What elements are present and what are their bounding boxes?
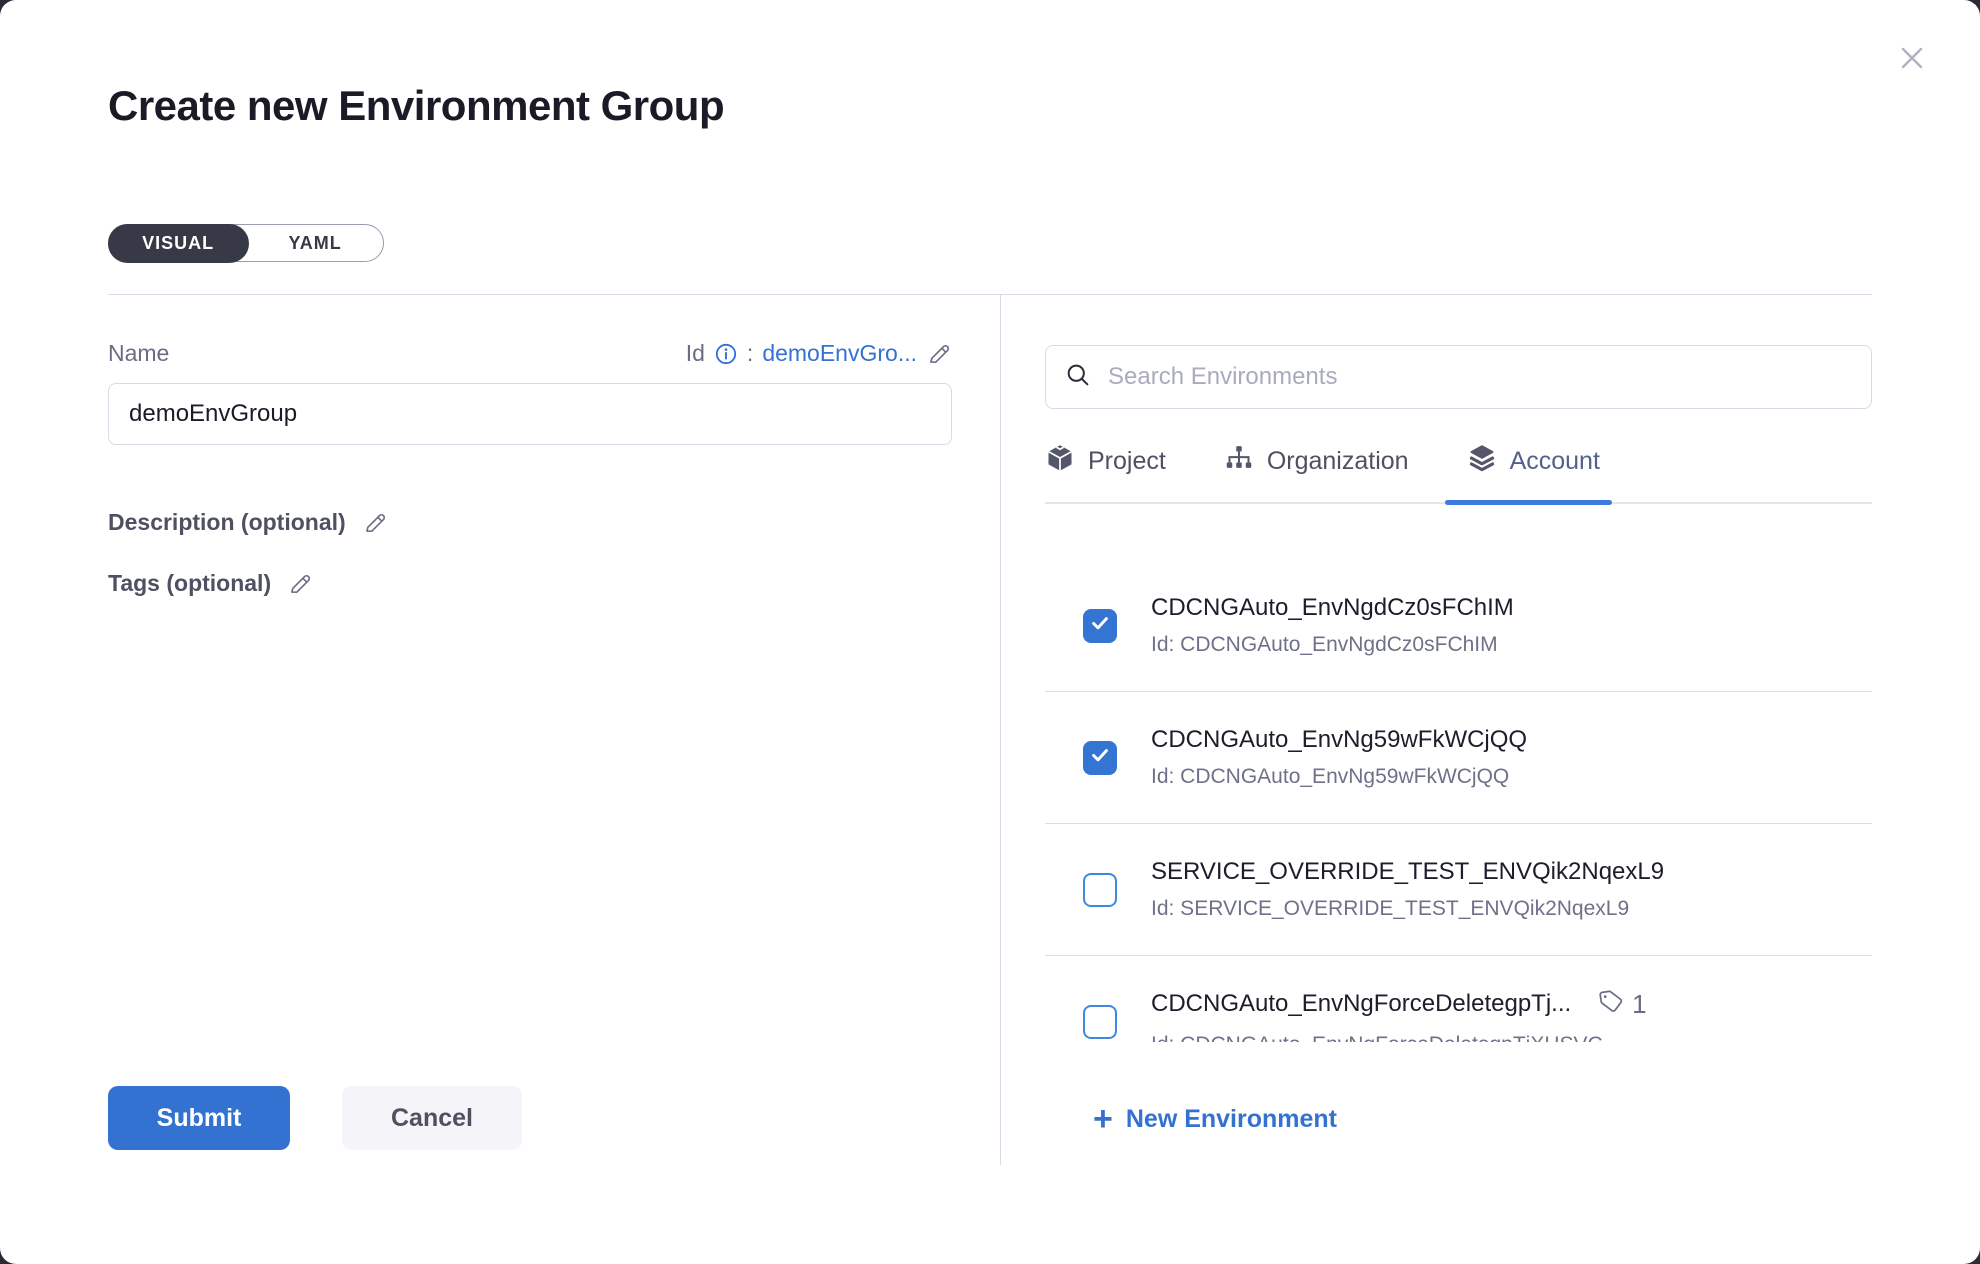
- tags-label: Tags (optional): [108, 570, 271, 597]
- env-id: Id: CDCNGAuto_EnvNgForceDeletegpTjXHSVC: [1151, 1033, 1647, 1043]
- create-environment-group-modal: Create new Environment Group VISUAL YAML…: [0, 0, 1980, 1264]
- tab-account-label: Account: [1510, 447, 1600, 476]
- check-icon: [1089, 744, 1111, 771]
- id-label: Id: [686, 340, 705, 367]
- environment-row[interactable]: SERVICE_OVERRIDE_TEST_ENVQik2NqexL9 Id: …: [1045, 824, 1872, 956]
- cube-icon: [1045, 443, 1075, 480]
- tab-organization[interactable]: Organization: [1224, 443, 1409, 502]
- id-group: Id : demoEnvGro...: [686, 340, 952, 367]
- env-texts: CDCNGAuto_EnvNg59wFkWCjQQ Id: CDCNGAuto_…: [1151, 726, 1527, 789]
- name-label: Name: [108, 340, 169, 367]
- footer-actions: Submit Cancel: [108, 1086, 522, 1150]
- tab-account[interactable]: Account: [1467, 443, 1600, 502]
- new-environment-label: New Environment: [1126, 1105, 1337, 1134]
- env-texts: CDCNGAuto_EnvNgForceDeletegpTj... 1 Id: …: [1151, 987, 1647, 1043]
- layers-icon: [1467, 443, 1497, 480]
- submit-button[interactable]: Submit: [108, 1086, 290, 1150]
- env-id: Id: SERVICE_OVERRIDE_TEST_ENVQik2NqexL9: [1151, 897, 1664, 921]
- description-row: Description (optional): [108, 509, 952, 536]
- env-checkbox-checked[interactable]: [1083, 741, 1117, 775]
- environment-row[interactable]: CDCNGAuto_EnvNg59wFkWCjQQ Id: CDCNGAuto_…: [1045, 692, 1872, 824]
- tags-row: Tags (optional): [108, 570, 952, 597]
- tag-icon: [1597, 987, 1625, 1022]
- columns-divider: [1000, 295, 1001, 1165]
- edit-tags-pencil-icon[interactable]: [287, 571, 313, 597]
- environments-panel: Project Organization Account: [1045, 345, 1872, 1136]
- name-id-row: Name Id : demoEnvGro...: [108, 340, 952, 367]
- env-checkbox-unchecked[interactable]: [1083, 873, 1117, 907]
- env-id: Id: CDCNGAuto_EnvNg59wFkWCjQQ: [1151, 765, 1527, 789]
- close-icon: [1895, 41, 1929, 80]
- tab-organization-label: Organization: [1267, 447, 1409, 476]
- env-name: SERVICE_OVERRIDE_TEST_ENVQik2NqexL9: [1151, 858, 1664, 886]
- visual-yaml-toggle: VISUAL YAML: [108, 224, 384, 262]
- header-divider: [108, 294, 1872, 295]
- plus-icon: +: [1093, 1102, 1113, 1136]
- page-title: Create new Environment Group: [108, 82, 724, 130]
- env-name: CDCNGAuto_EnvNgForceDeletegpTj...: [1151, 990, 1571, 1018]
- form-column: Name Id : demoEnvGro... Description (opt…: [108, 340, 952, 597]
- cancel-button[interactable]: Cancel: [342, 1086, 522, 1150]
- id-colon: :: [747, 340, 753, 367]
- name-input[interactable]: [108, 383, 952, 445]
- environment-row[interactable]: CDCNGAuto_EnvNgdCz0sFChIM Id: CDCNGAuto_…: [1045, 560, 1872, 692]
- check-icon: [1089, 612, 1111, 639]
- env-name: CDCNGAuto_EnvNgdCz0sFChIM: [1151, 594, 1514, 622]
- tab-project[interactable]: Project: [1045, 443, 1166, 502]
- description-label: Description (optional): [108, 509, 346, 536]
- active-tab-underline: [1445, 500, 1612, 505]
- org-chart-icon: [1224, 443, 1254, 480]
- scope-tabs: Project Organization Account: [1045, 443, 1872, 504]
- toggle-yaml[interactable]: YAML: [247, 225, 383, 261]
- edit-description-pencil-icon[interactable]: [362, 510, 388, 536]
- environment-list: CDCNGAuto_EnvNgdCz0sFChIM Id: CDCNGAuto_…: [1045, 504, 1872, 1042]
- tag-count: 1: [1632, 989, 1646, 1020]
- search-icon: [1064, 361, 1092, 394]
- new-environment-button[interactable]: + New Environment: [1093, 1102, 1337, 1136]
- search-box: [1045, 345, 1872, 409]
- env-name: CDCNGAuto_EnvNg59wFkWCjQQ: [1151, 726, 1527, 754]
- edit-id-pencil-icon[interactable]: [926, 341, 952, 367]
- tab-project-label: Project: [1088, 447, 1166, 476]
- env-texts: CDCNGAuto_EnvNgdCz0sFChIM Id: CDCNGAuto_…: [1151, 594, 1514, 657]
- info-icon[interactable]: [714, 342, 738, 366]
- env-texts: SERVICE_OVERRIDE_TEST_ENVQik2NqexL9 Id: …: [1151, 858, 1664, 921]
- environment-row[interactable]: CDCNGAuto_EnvNgForceDeletegpTj... 1 Id: …: [1045, 956, 1872, 1042]
- env-id: Id: CDCNGAuto_EnvNgdCz0sFChIM: [1151, 633, 1514, 657]
- toggle-visual[interactable]: VISUAL: [108, 224, 249, 263]
- id-value-link[interactable]: demoEnvGro...: [762, 340, 917, 367]
- close-button[interactable]: [1890, 38, 1934, 82]
- env-checkbox-unchecked[interactable]: [1083, 1005, 1117, 1039]
- env-checkbox-checked[interactable]: [1083, 609, 1117, 643]
- tag-count-badge: 1: [1597, 987, 1646, 1022]
- search-input[interactable]: [1108, 363, 1853, 391]
